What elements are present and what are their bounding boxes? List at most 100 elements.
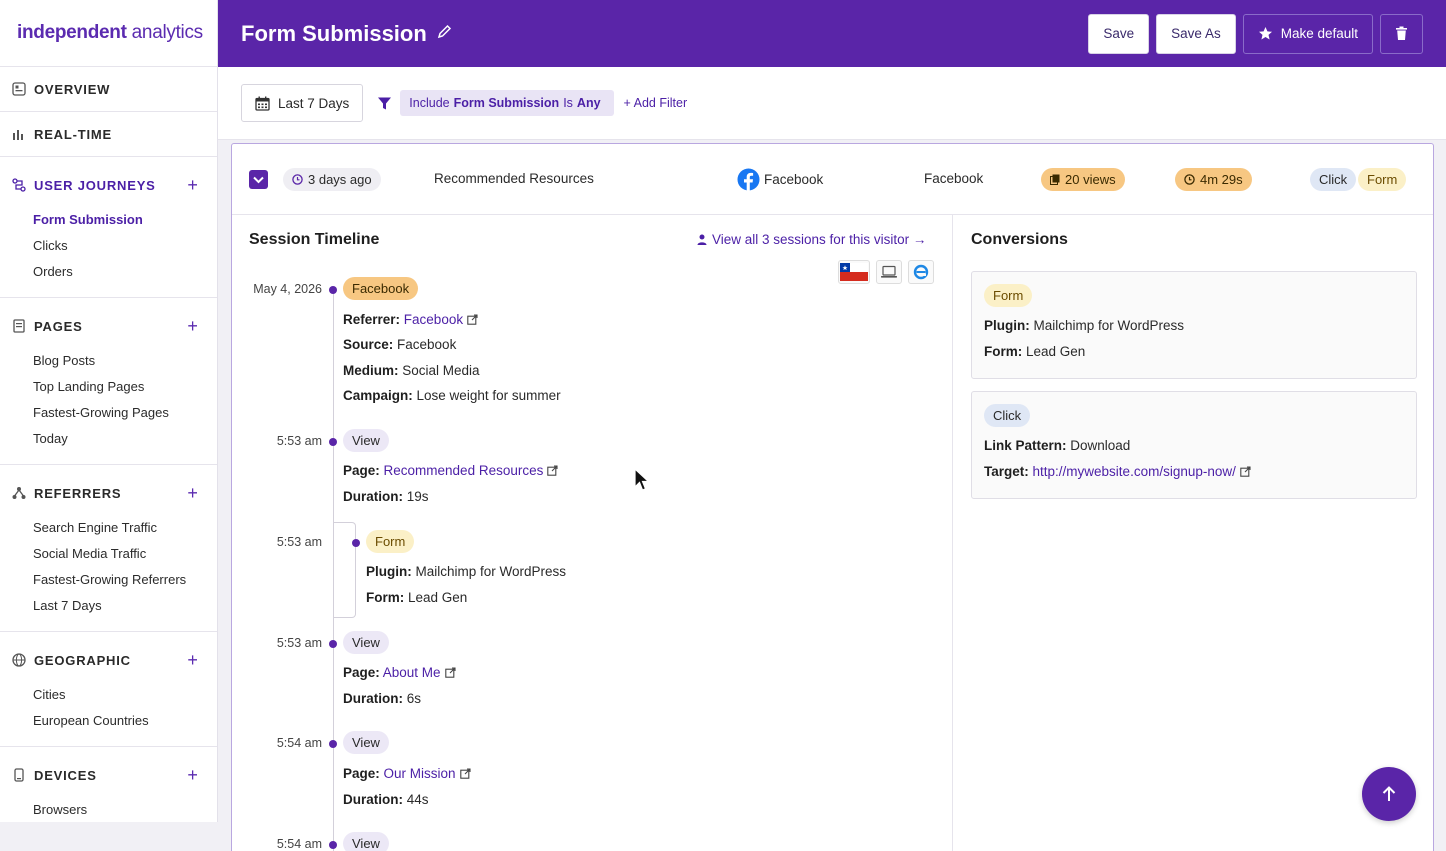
sub-item-clicks[interactable]: Clicks [33,233,217,259]
add-journey-icon[interactable]: + [185,175,201,196]
external-link-icon[interactable] [444,666,456,681]
nav-geographic: GEOGRAPHIC + Cities European Countries [0,638,217,747]
sub-item-form-submission[interactable]: Form Submission [33,207,217,233]
referrer-link[interactable]: Facebook [404,312,463,327]
detail-value: Lose weight for summer [416,388,561,403]
detail-label: Target: [984,464,1029,479]
save-as-button[interactable]: Save As [1156,13,1236,54]
clock-icon [292,174,303,185]
add-page-report-icon[interactable]: + [185,316,201,337]
external-link-icon[interactable] [459,767,471,782]
external-link-icon[interactable] [547,464,558,479]
conversion-form: Form Plugin: Mailchimp for WordPress For… [971,271,1417,379]
nav-item-referrers[interactable]: REFERRERS + [0,471,217,515]
nav-item-user-journeys[interactable]: USER JOURNEYS + [0,163,217,207]
detail-value: 44s [406,792,429,807]
date-range-label: Last 7 Days [278,95,350,111]
event-tag: View [343,429,389,452]
conversion-click: Click Link Pattern: Download Target: htt… [971,391,1417,499]
laptop-icon [876,260,902,284]
nav-referrers: REFERRERS + Search Engine Traffic Social… [0,471,217,632]
detail-label: Page: [343,665,380,680]
make-default-button[interactable]: Make default [1242,13,1373,54]
sub-item-top-landing-pages[interactable]: Top Landing Pages [33,374,217,400]
mouse-cursor-icon [634,467,651,495]
sub-item-browsers[interactable]: Browsers [33,797,217,822]
delete-button[interactable] [1380,13,1423,54]
nav-label: USER JOURNEYS [34,177,156,193]
external-link-icon[interactable] [467,313,478,328]
chile-flag-icon [838,260,870,284]
duration-detail: Duration: 19s [343,489,429,504]
detail-value: Lead Gen [1026,344,1086,359]
add-device-report-icon[interactable]: + [185,765,201,786]
nav-item-realtime[interactable]: REAL-TIME [0,112,217,156]
add-filter-link[interactable]: + Add Filter [624,96,688,110]
page-link[interactable]: About Me [383,665,441,680]
sub-item-european-countries[interactable]: European Countries [33,708,217,734]
nav-item-devices[interactable]: DEVICES + [0,753,217,797]
timeline-dot [352,539,360,547]
internet-explorer-icon [908,260,934,284]
sub-item-orders[interactable]: Orders [33,259,217,285]
make-default-label: Make default [1280,26,1358,41]
dashboard-icon [11,81,27,97]
visitor-devices [838,260,934,284]
sub-item-social-media-traffic[interactable]: Social Media Traffic [33,541,217,567]
event-date: May 4, 2026 [253,282,322,296]
plugin-detail: Plugin: Mailchimp for WordPress [984,318,1184,333]
journey-summary-row[interactable]: 3 days ago Recommended Resources Faceboo… [232,144,1433,215]
filter-operator: Is [563,96,573,110]
session-timeline: Session Timeline View all 3 sessions for… [232,215,953,851]
network-icon [11,485,27,501]
scroll-to-top-button[interactable] [1362,767,1416,821]
view-all-sessions-link[interactable]: View all 3 sessions for this visitor → [697,232,926,247]
filter-field: Form Submission [453,96,560,110]
external-link-icon[interactable] [1240,465,1251,480]
sub-item-last-7-days[interactable]: Last 7 Days [33,593,217,619]
sub-item-cities[interactable]: Cities [33,682,217,708]
nav-item-overview[interactable]: OVERVIEW [0,67,217,111]
date-range-button[interactable]: Last 7 Days [241,84,364,122]
save-button[interactable]: Save [1088,13,1150,54]
sub-nav: Blog Posts Top Landing Pages Fastest-Gro… [0,348,217,464]
sub-nav: Form Submission Clicks Orders [0,207,217,297]
page-link[interactable]: Our Mission [384,766,456,781]
sub-nav: Cities European Countries [0,682,217,746]
nav-realtime: REAL-TIME [0,112,217,157]
detail-label: Form: [984,344,1023,359]
event-tag: View [343,832,389,851]
collapse-chevron-icon[interactable] [249,170,268,189]
sub-item-search-engine-traffic[interactable]: Search Engine Traffic [33,515,217,541]
event-time: 5:54 am [276,837,322,851]
timeline-branch [333,522,356,618]
page-link[interactable]: Recommended Resources [384,463,544,478]
duration-text: 4m 29s [1200,172,1243,187]
detail-label: Referrer: [343,312,401,327]
detail-label: Plugin: [984,318,1030,333]
target-link[interactable]: http://mywebsite.com/signup-now/ [1033,464,1236,479]
logo[interactable]: independent analytics [0,0,217,67]
detail-label: Page: [343,463,380,478]
add-referrer-report-icon[interactable]: + [185,483,201,504]
nav-item-pages[interactable]: PAGES + [0,304,217,348]
detail-value: Mailchimp for WordPress [415,564,567,579]
add-geo-report-icon[interactable]: + [185,650,201,671]
sub-nav: Search Engine Traffic Social Media Traff… [0,515,217,631]
active-filter-chip[interactable]: Include Form Submission Is Any [400,90,614,116]
sub-item-today[interactable]: Today [33,426,217,452]
sub-item-fastest-growing-referrers[interactable]: Fastest-Growing Referrers [33,567,217,593]
sub-item-blog-posts[interactable]: Blog Posts [33,348,217,374]
campaign-detail: Campaign: Lose weight for summer [343,388,561,403]
sub-item-fastest-growing-pages[interactable]: Fastest-Growing Pages [33,400,217,426]
event-time: 5:53 am [276,535,322,549]
filter-funnel-icon[interactable] [377,96,392,111]
views-badge: 20 views [1041,168,1125,191]
referrer-name: Facebook [764,172,824,187]
edit-pencil-icon[interactable] [437,24,452,44]
journey-card: 3 days ago Recommended Resources Faceboo… [231,143,1434,851]
nav-item-geographic[interactable]: GEOGRAPHIC + [0,638,217,682]
arrow-up-icon [1381,785,1397,803]
source-detail: Source: Facebook [343,337,456,352]
pages-count-icon [1050,174,1060,185]
